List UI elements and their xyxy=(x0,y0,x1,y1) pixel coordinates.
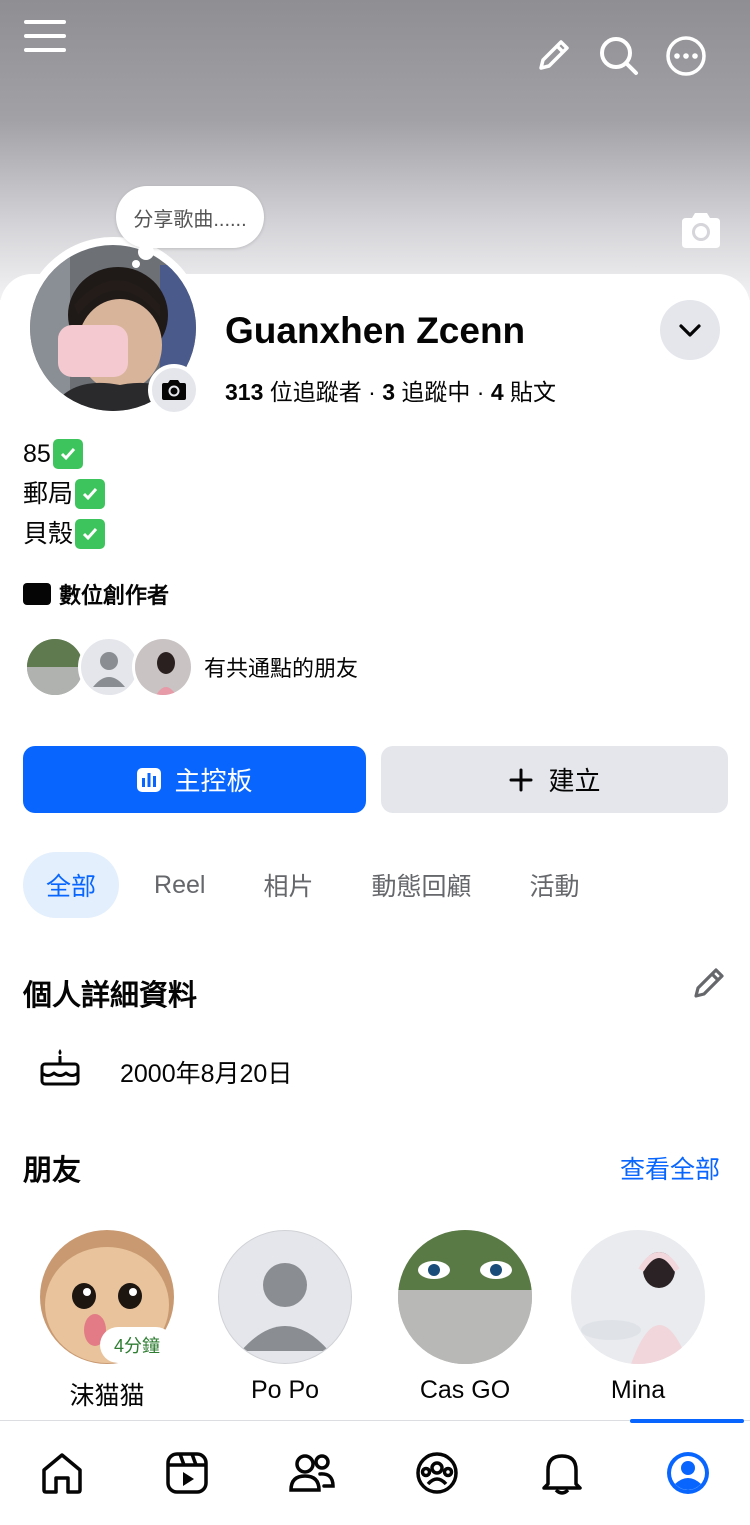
tab-memories[interactable]: 動態回顧 xyxy=(348,852,494,918)
clapperboard-icon xyxy=(23,583,51,605)
notifications-icon[interactable] xyxy=(534,1445,590,1501)
groups-icon[interactable] xyxy=(409,1445,465,1501)
profile-switch-button[interactable] xyxy=(660,300,720,360)
cover-camera-icon[interactable] xyxy=(678,208,724,254)
friend-avatar xyxy=(218,1230,352,1364)
friends-icon[interactable] xyxy=(284,1445,340,1501)
birthday-text: 2000年8月20日 xyxy=(120,1060,293,1088)
following-count[interactable]: 3 xyxy=(382,379,395,405)
check-icon xyxy=(52,439,83,469)
following-label[interactable]: 追蹤中 xyxy=(401,379,470,405)
tab-reel[interactable]: Reel xyxy=(131,852,228,918)
bubble-tail xyxy=(138,244,154,260)
tab-events[interactable]: 活動 xyxy=(506,852,602,918)
tab-photos[interactable]: 相片 xyxy=(240,852,336,918)
reels-icon[interactable] xyxy=(159,1445,215,1501)
active-time-badge: 4分鐘 xyxy=(100,1327,174,1363)
tab-all[interactable]: 全部 xyxy=(23,852,120,918)
profile-tabs: 全部 Reel 相片 動態回顧 活動 xyxy=(23,852,614,918)
note-text: 分享歌曲...... xyxy=(133,208,247,231)
friend-card[interactable]: Mina xyxy=(571,1230,705,1405)
search-icon[interactable] xyxy=(597,34,641,78)
more-icon[interactable] xyxy=(664,34,708,78)
menu-icon[interactable] xyxy=(23,14,67,58)
bio-line: 85 xyxy=(23,434,105,474)
birthday-cake-icon xyxy=(38,1046,82,1090)
mutual-avatar xyxy=(132,636,194,698)
dashboard-button[interactable]: 主控板 xyxy=(23,746,366,813)
dashboard-label: 主控板 xyxy=(174,766,253,796)
pencil-icon[interactable] xyxy=(531,34,575,78)
separator: · xyxy=(476,379,485,405)
bio-text: 郵局 xyxy=(23,480,74,508)
followers-label[interactable]: 位追蹤者 xyxy=(270,379,362,405)
posts-count: 4 xyxy=(490,379,504,405)
note-bubble[interactable]: 分享歌曲...... xyxy=(116,186,264,248)
followers-count[interactable]: 313 xyxy=(225,379,263,405)
friend-name: Mina xyxy=(610,1376,666,1404)
bio-text: 貝殼 xyxy=(23,520,74,548)
friend-name: Po Po xyxy=(250,1376,320,1404)
active-tab-indicator xyxy=(630,1419,744,1423)
friend-name: 沫猫猫 xyxy=(69,1382,145,1410)
friend-card[interactable]: Po Po xyxy=(218,1230,352,1405)
bio-text: 85 xyxy=(23,440,51,468)
bio-line: 貝殼 xyxy=(23,514,106,554)
friend-avatar xyxy=(398,1230,532,1364)
check-icon xyxy=(75,519,106,549)
avatar-camera-icon[interactable] xyxy=(148,364,200,416)
friend-card[interactable]: Cas GO xyxy=(398,1230,532,1405)
mutual-avatar xyxy=(24,636,86,698)
bio-line: 郵局 xyxy=(23,474,106,514)
edit-details-icon[interactable] xyxy=(688,964,732,1008)
friend-avatar xyxy=(571,1230,705,1364)
bottom-navigation xyxy=(0,1419,750,1525)
profile-name: Guanxhen Zcenn xyxy=(225,310,526,351)
friends-title: 朋友 xyxy=(23,1155,82,1187)
profile-stats: 313 位追蹤者 · 3 追蹤中 · 4 貼文 xyxy=(225,373,556,407)
plus-icon xyxy=(509,768,533,791)
separator: · xyxy=(368,379,376,405)
mutual-friends-label: 有共通點的朋友 xyxy=(204,656,359,681)
bubble-tail-small xyxy=(132,260,140,268)
creator-category: 數位創作者 xyxy=(23,578,169,610)
posts-label: 貼文 xyxy=(510,379,557,405)
dashboard-icon xyxy=(137,767,162,792)
profile-icon[interactable] xyxy=(660,1445,716,1501)
category-label: 數位創作者 xyxy=(59,583,170,608)
chevron-down-icon xyxy=(679,324,701,337)
details-title: 個人詳細資料 xyxy=(23,980,198,1012)
friend-card[interactable]: 沫猫猫 xyxy=(40,1230,174,1412)
see-all-friends-link[interactable]: 查看全部 xyxy=(620,1150,720,1186)
mutual-avatar xyxy=(78,636,140,698)
create-label: 建立 xyxy=(548,766,601,796)
bio: 85 郵局 貝殼 xyxy=(23,434,106,554)
create-button[interactable]: 建立 xyxy=(381,746,728,813)
check-icon xyxy=(75,479,106,509)
mutual-friends[interactable]: 有共通點的朋友 xyxy=(24,636,358,698)
friend-name: Cas GO xyxy=(419,1376,511,1404)
home-icon[interactable] xyxy=(34,1445,90,1501)
